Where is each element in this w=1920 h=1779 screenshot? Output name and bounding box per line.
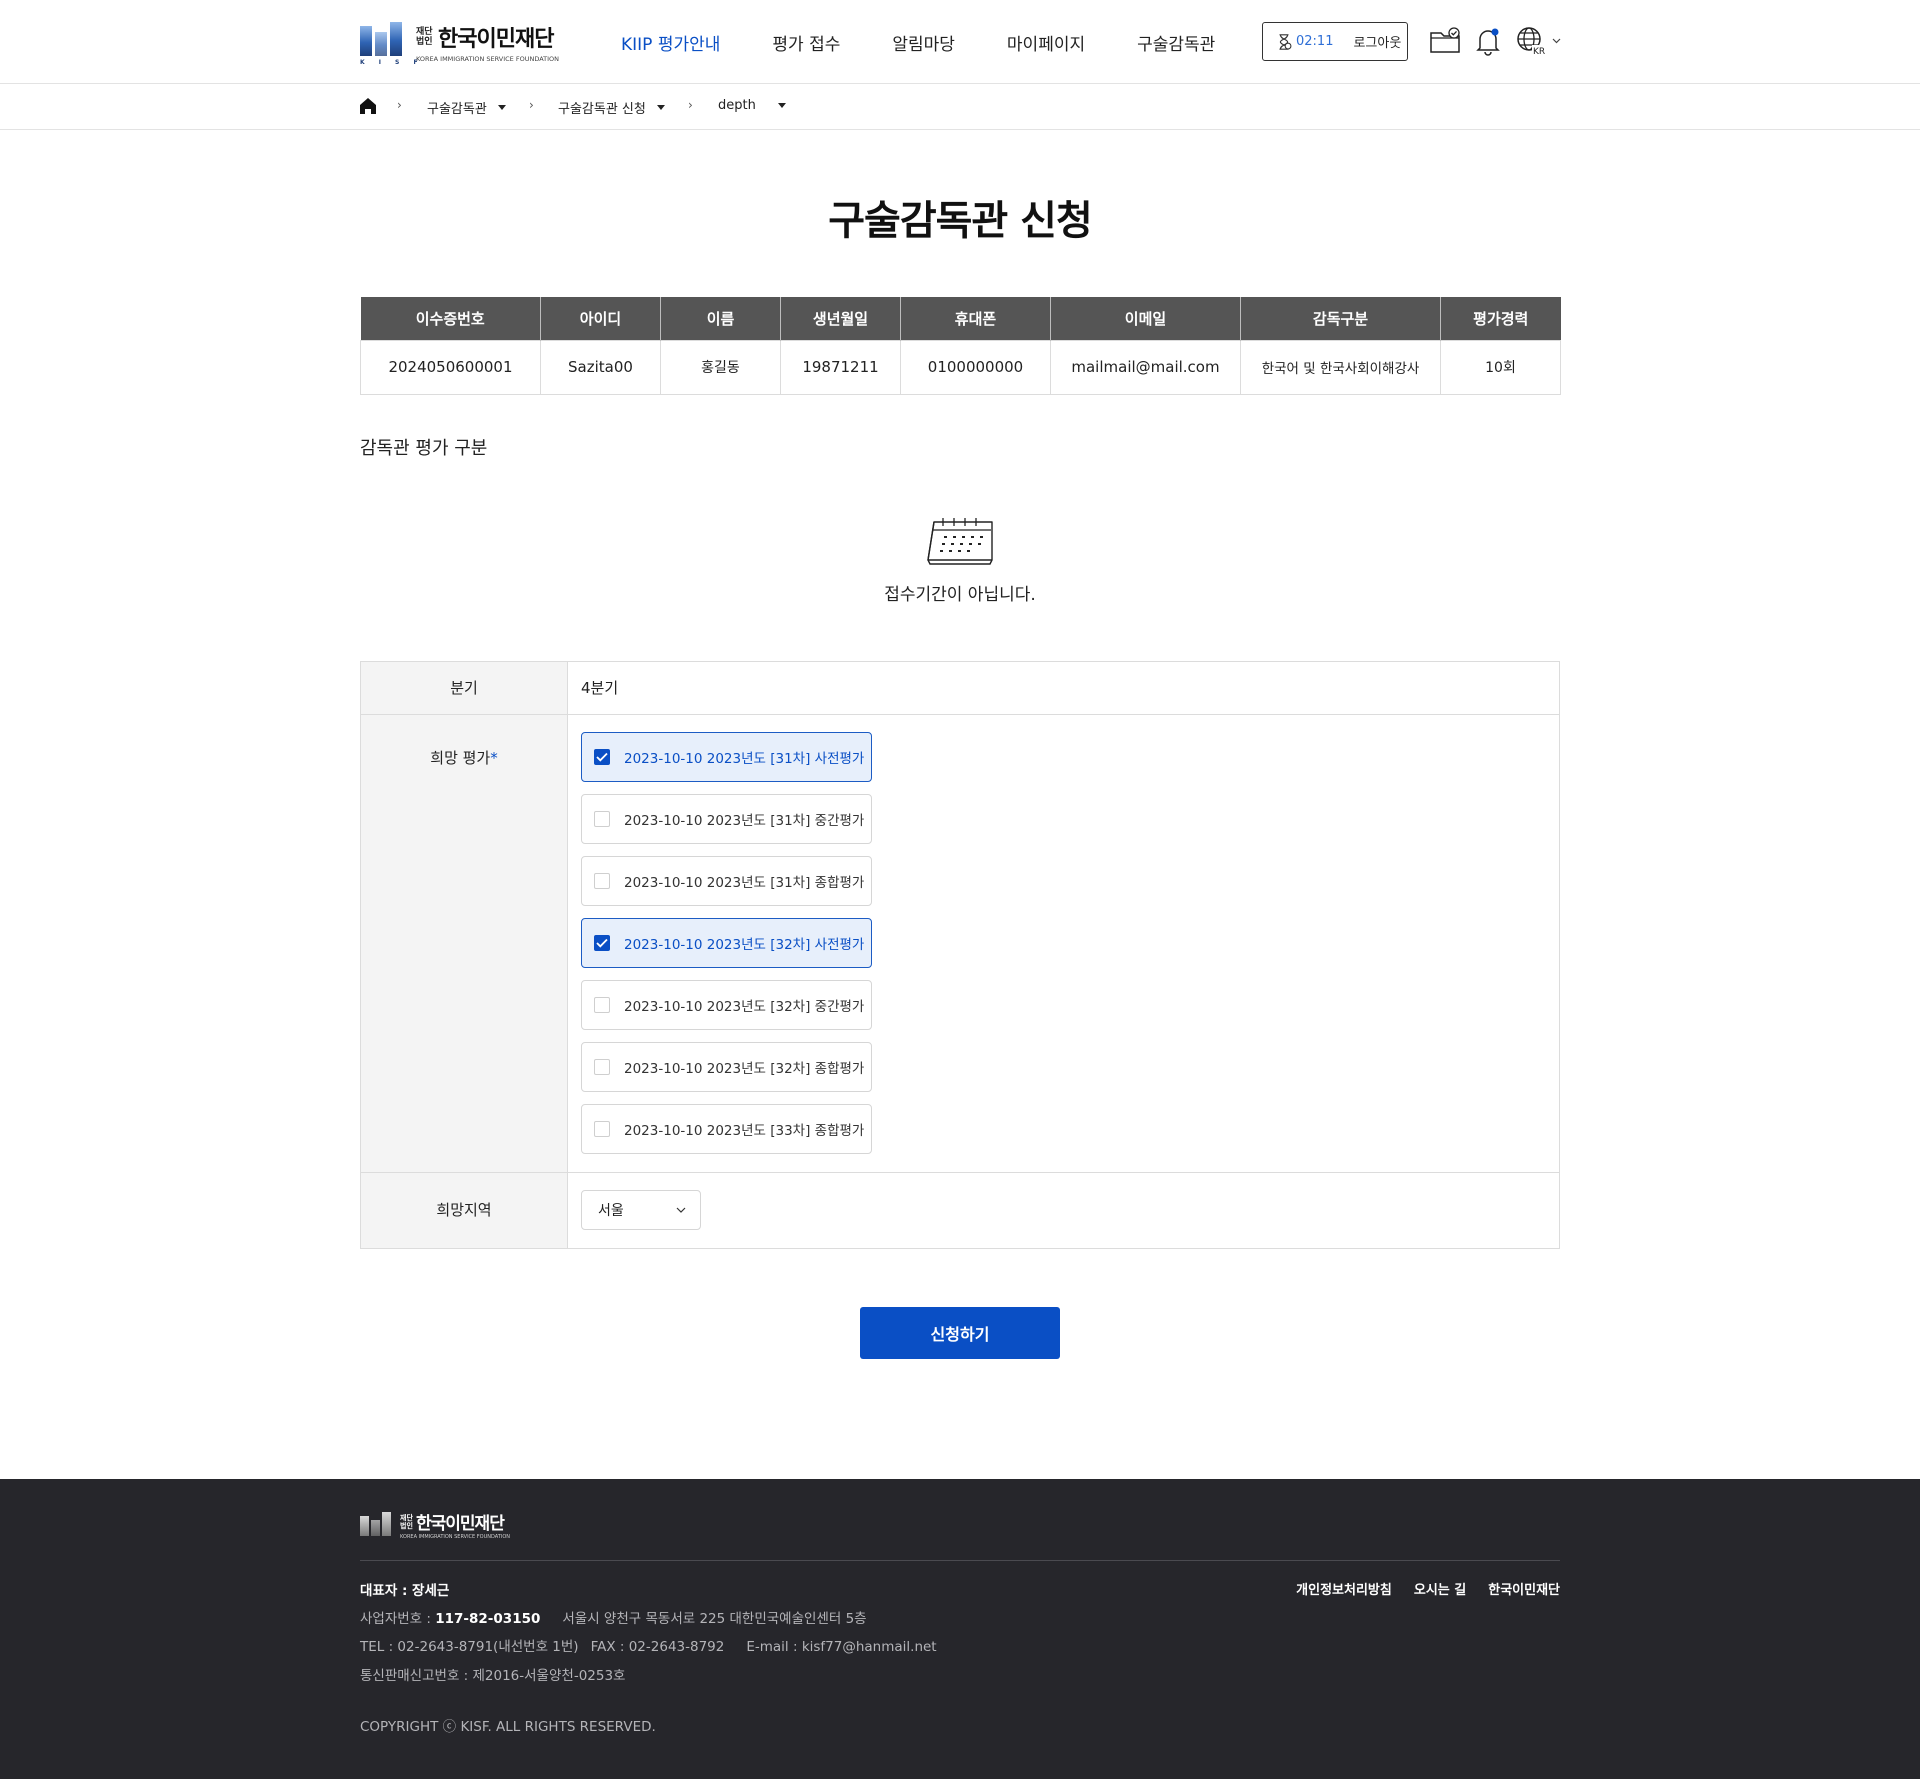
footer-link-foundation[interactable]: 한국이민재단 [1488,1579,1560,1598]
footer-divider [360,1560,1560,1561]
table-cell: 19871211 [780,339,901,395]
exam-option-checkbox[interactable]: 2023-10-10 2023년도 [31차] 중간평가 [581,794,872,844]
footer-logo[interactable]: 재단법인 한국이민재단 KOREA IMMIGRATION SERVICE FO… [360,1509,510,1540]
table-cell: 한국어 및 한국사회이해강사 [1240,339,1441,395]
footer-biz-label: 사업자번호 : [360,1611,436,1627]
home-icon[interactable] [359,97,377,115]
calendar-icon [927,518,993,565]
applicant-info-table: 이수증번호 아이디 이름 생년월일 휴대폰 이메일 감독구분 평가경력 2024… [360,297,1561,395]
application-form: 분기 4분기 희망 평가* 2023-10-10 2023년도 [31차] 사전… [360,661,1560,1249]
quarter-label: 분기 [361,662,568,714]
footer-copyright: COPYRIGHT ⓒ KISF. ALL RIGHTS RESERVED. [360,1719,656,1735]
site-footer: 재단법인 한국이민재단 KOREA IMMIGRATION SERVICE FO… [0,1479,1920,1779]
site-logo[interactable]: K I S F 재단법인 한국이민재단 KOREA IMMIGRATION SE… [360,20,560,66]
table-header: 감독구분 [1240,297,1441,340]
table-cell: mailmail@mail.com [1050,339,1241,395]
breadcrumb: › 구술감독관 › 구술감독관 신청 › depth [0,85,1920,130]
footer-tel: TEL : 02-2643-8791(내선번호 1번) [360,1639,579,1655]
section-title: 감독관 평가 구분 [360,438,488,459]
footer-link-directions[interactable]: 오시는 길 [1414,1579,1466,1598]
page-title: 구술감독관 신청 [828,198,1093,244]
footer-address: 서울시 양천구 목동서로 225 대한민국예술인센터 5층 [562,1611,867,1627]
form-row-desired-exam: 희망 평가* 2023-10-10 2023년도 [31차] 사전평가 2023… [361,715,1559,1173]
main-nav: KIIP 평가안내 평가 접수 알림마당 마이페이지 구술감독관 [621,30,1267,55]
breadcrumb-separator-icon: › [688,98,693,112]
chevron-down-icon[interactable] [1552,38,1561,44]
table-header: 생년월일 [780,297,901,340]
breadcrumb-item-depth[interactable]: depth [718,98,786,113]
chevron-down-icon [676,1207,686,1213]
form-row-quarter: 분기 4분기 [361,662,1559,715]
exam-option-checkbox[interactable]: 2023-10-10 2023년도 [32차] 사전평가 [581,918,872,968]
exam-option-checkbox[interactable]: 2023-10-10 2023년도 [33차] 종합평가 [581,1104,872,1154]
svg-text:KR: KR [1533,47,1545,56]
exam-option-checkbox[interactable]: 2023-10-10 2023년도 [32차] 중간평가 [581,980,872,1030]
table-header: 이름 [660,297,781,340]
checkbox-empty-icon [594,873,610,889]
footer-links: 개인정보처리방침 오시는 길 한국이민재단 [1274,1579,1560,1598]
checkbox-checked-icon [594,935,610,951]
footer-email: E-mail : kisf77@hanmail.net [746,1639,937,1655]
caret-down-icon [777,103,786,108]
table-header: 이수증번호 [360,297,541,340]
exam-option-checkbox[interactable]: 2023-10-10 2023년도 [32차] 종합평가 [581,1042,872,1092]
breadcrumb-separator-icon: › [529,98,534,112]
submit-application-button[interactable]: 신청하기 [860,1307,1060,1359]
logo-mark-icon: K I S F [360,20,418,66]
table-row: 2024050600001 Sazita00 홍길동 19871211 0100… [360,339,1561,395]
desired-exam-label: 희망 평가* [361,715,568,1172]
logout-label: 로그아웃 [1353,36,1402,51]
table-header: 이메일 [1050,297,1241,340]
table-header: 휴대폰 [900,297,1051,340]
caret-down-icon [497,105,506,110]
exam-option-checkbox[interactable]: 2023-10-10 2023년도 [31차] 사전평가 [581,732,872,782]
exam-option-checkbox[interactable]: 2023-10-10 2023년도 [31차] 종합평가 [581,856,872,906]
site-header: K I S F 재단법인 한국이민재단 KOREA IMMIGRATION SE… [0,0,1920,84]
footer-telecom-number: 통신판매신고번호 : 제2016-서울양천-0253호 [360,1668,626,1684]
bell-icon[interactable] [1475,26,1501,56]
checkbox-checked-icon [594,749,610,765]
nav-mypage[interactable]: 마이페이지 [1007,30,1085,55]
logo-english: KOREA IMMIGRATION SERVICE FOUNDATION [416,55,560,63]
folder-check-icon[interactable] [1429,27,1461,55]
checkbox-empty-icon [594,1121,610,1137]
checkbox-empty-icon [594,811,610,827]
footer-representative: 대표자 : 장세근 [360,1583,450,1599]
footer-link-privacy[interactable]: 개인정보처리방침 [1296,1579,1392,1598]
checkbox-empty-icon [594,1059,610,1075]
region-select[interactable]: 서울 [581,1190,701,1230]
desired-region-label: 희망지역 [361,1173,568,1248]
globe-icon[interactable]: KR [1516,26,1546,56]
timer-icon [1279,33,1292,50]
required-mark: * [490,749,498,767]
breadcrumb-separator-icon: › [397,98,402,112]
table-cell: 홍길동 [660,339,781,395]
footer-biz-number: 117-82-03150 [435,1611,541,1627]
table-cell: 10회 [1440,339,1561,395]
breadcrumb-item-apply[interactable]: 구술감독관 신청 [558,98,665,117]
checkbox-empty-icon [594,997,610,1013]
nav-kiip-guide[interactable]: KIIP 평가안내 [621,30,720,55]
logo-name: 한국이민재단 [438,27,554,52]
table-cell: 2024050600001 [360,339,541,395]
table-cell: 0100000000 [900,339,1051,395]
footer-logo-mark-icon [360,1510,394,1540]
breadcrumb-item-oral-supervisor[interactable]: 구술감독관 [427,98,506,117]
caret-down-icon [656,105,665,110]
footer-fax: FAX : 02-2643-8792 [590,1639,725,1655]
table-header-row: 이수증번호 아이디 이름 생년월일 휴대폰 이메일 감독구분 평가경력 [360,297,1561,340]
nav-exam-apply[interactable]: 평가 접수 [772,30,840,55]
desired-exam-options: 2023-10-10 2023년도 [31차] 사전평가 2023-10-10 … [568,715,1559,1172]
nav-oral-supervisor[interactable]: 구술감독관 [1137,30,1215,55]
quarter-value: 4분기 [581,679,619,697]
nav-notice[interactable]: 알림마당 [892,30,955,55]
form-row-desired-region: 희망지역 서울 [361,1173,1559,1248]
table-header: 아이디 [540,297,661,340]
session-timer: 02:11 [1296,34,1334,49]
logo-corp-label: 재단법인 [416,27,433,47]
table-cell: Sazita00 [540,339,661,395]
not-reception-period-message: 접수기간이 아닙니다. [884,585,1036,605]
session-logout-button[interactable]: 02:11 로그아웃 [1262,22,1408,61]
table-header: 평가경력 [1440,297,1561,340]
